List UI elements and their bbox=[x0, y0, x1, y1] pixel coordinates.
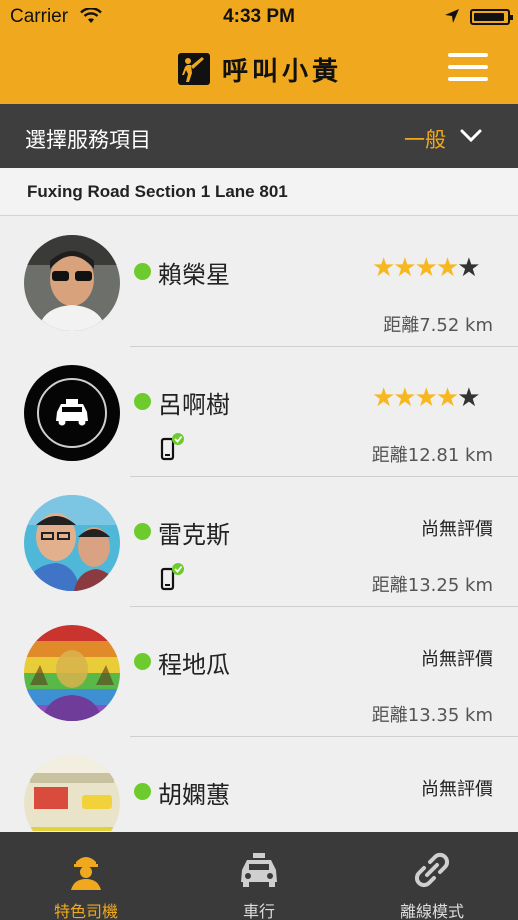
driver-name: 胡嫻蕙 bbox=[158, 781, 230, 809]
tab-label: 特色司機 bbox=[53, 902, 118, 920]
service-selector[interactable]: 選擇服務項目 一般 bbox=[0, 104, 518, 168]
rating-stars: ★★★★★ bbox=[372, 253, 481, 283]
tab-offline-mode[interactable]: 離線模式 bbox=[346, 832, 518, 920]
online-status-dot bbox=[134, 393, 151, 410]
driver-row[interactable]: 賴榮星 ★★★★★ 距離7.52 km bbox=[0, 217, 518, 347]
driver-row[interactable]: 程地瓜 尚無評價 距離13.35 km bbox=[0, 607, 518, 737]
online-status-dot bbox=[134, 523, 151, 540]
driver-avatar bbox=[24, 755, 120, 831]
service-value[interactable]: 一般 bbox=[404, 124, 446, 154]
driver-row[interactable]: 雷克斯 尚無評價 距離13.25 km bbox=[0, 477, 518, 607]
tab-label: 車行 bbox=[242, 902, 275, 920]
driver-name: 呂啊樹 bbox=[158, 391, 230, 419]
driver-distance: 距離12.81 km bbox=[371, 445, 493, 466]
tab-bar: 特色司機 車行 離線模式 bbox=[0, 832, 518, 920]
tab-label: 離線模式 bbox=[399, 902, 464, 920]
location-arrow-icon bbox=[444, 8, 460, 29]
driver-avatar bbox=[24, 495, 120, 591]
taxi-icon bbox=[24, 365, 120, 461]
no-rating-label: 尚無評價 bbox=[421, 649, 493, 670]
current-address-bar: Fuxing Road Section 1 Lane 801 bbox=[0, 168, 518, 216]
driver-row[interactable]: 呂啊樹 ★★★★★ 距離12.81 km bbox=[0, 347, 518, 477]
clock: 4:33 PM bbox=[223, 6, 295, 27]
driver-distance: 距離7.52 km bbox=[383, 315, 493, 336]
battery-icon bbox=[470, 9, 513, 25]
tab-featured-drivers[interactable]: 特色司機 bbox=[0, 832, 172, 920]
current-address: Fuxing Road Section 1 Lane 801 bbox=[27, 182, 288, 201]
hamburger-menu-icon[interactable] bbox=[448, 53, 488, 83]
tab-taxi-companies[interactable]: 車行 bbox=[173, 832, 345, 920]
driver-avatar bbox=[24, 235, 120, 331]
phone-verified-icon bbox=[160, 433, 186, 465]
service-label: 選擇服務項目 bbox=[25, 128, 151, 152]
driver-icon bbox=[0, 850, 172, 890]
driver-avatar bbox=[24, 625, 120, 721]
top-bar: Carrier 4:33 PM 呼叫小黃 bbox=[0, 0, 518, 104]
online-status-dot bbox=[134, 263, 151, 280]
driver-list[interactable]: 賴榮星 ★★★★★ 距離7.52 km 呂啊樹 ★★★★★ 距離12.81 km bbox=[0, 217, 518, 831]
driver-name: 賴榮星 bbox=[158, 261, 230, 289]
phone-verified-icon bbox=[160, 563, 186, 595]
app-title: 呼叫小黃 bbox=[222, 56, 343, 87]
no-rating-label: 尚無評價 bbox=[421, 519, 493, 540]
rating-stars: ★★★★★ bbox=[372, 383, 481, 413]
link-icon bbox=[346, 850, 518, 890]
driver-name: 程地瓜 bbox=[158, 651, 230, 679]
taxi-hail-person-icon bbox=[178, 53, 210, 85]
taxi-icon bbox=[173, 850, 345, 890]
chevron-down-icon[interactable] bbox=[460, 128, 482, 148]
online-status-dot bbox=[134, 783, 151, 800]
driver-distance: 距離13.35 km bbox=[371, 705, 493, 726]
driver-distance: 距離13.25 km bbox=[371, 575, 493, 596]
online-status-dot bbox=[134, 653, 151, 670]
no-rating-label: 尚無評價 bbox=[421, 779, 493, 800]
driver-row[interactable]: 胡嫻蕙 尚無評價 bbox=[0, 737, 518, 831]
app-brand: 呼叫小黃 bbox=[178, 52, 343, 87]
status-bar: Carrier 4:33 PM bbox=[0, 0, 518, 34]
driver-name: 雷克斯 bbox=[158, 521, 230, 549]
